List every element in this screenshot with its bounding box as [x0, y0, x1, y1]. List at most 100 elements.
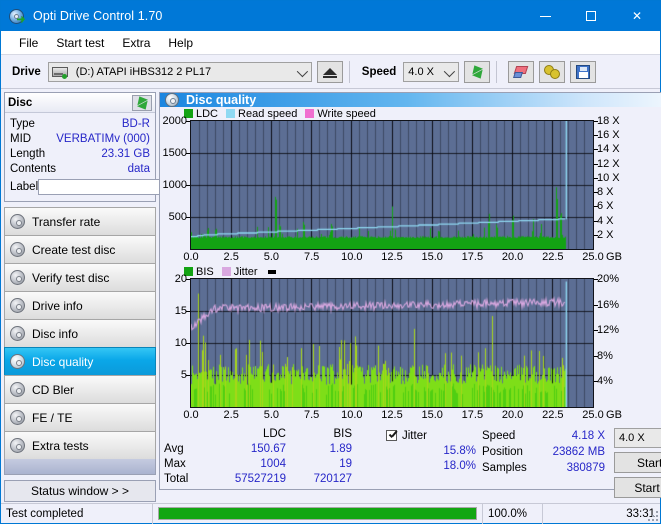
- sidebar-item-verify-test-disc[interactable]: Verify test disc: [4, 263, 156, 291]
- legend-label: Read speed: [238, 107, 298, 120]
- stats-label-avg: Avg: [164, 443, 184, 455]
- stats-col-header-spacer: [164, 428, 212, 443]
- eject-button[interactable]: [316, 60, 343, 83]
- axis-tick-label: 7.5: [303, 251, 320, 263]
- stats-label-max: Max: [164, 458, 186, 470]
- disc-row-contents: Contents data: [10, 161, 150, 176]
- ldc-total-value: 57527219: [234, 473, 286, 485]
- ldc-chart-legend: LDC Read speed Write speed: [160, 107, 661, 120]
- axis-tick-label: 16 X: [597, 129, 620, 142]
- axis-tick-label: 8 X: [597, 186, 614, 199]
- speed-label: Speed: [482, 430, 516, 442]
- sidebar-item-label: Transfer rate: [32, 214, 101, 229]
- start-part-button[interactable]: Start part: [614, 477, 661, 498]
- erase-button[interactable]: [508, 60, 535, 83]
- axis-tick-label: 5.0: [263, 409, 280, 421]
- disc-icon: [10, 410, 25, 425]
- maximize-button[interactable]: [568, 1, 614, 31]
- stats-row-avg: 150.67 1.89: [212, 443, 372, 458]
- disc-row-mid: MID VERBATIMv (000): [10, 131, 150, 146]
- drive-select[interactable]: (D:) ATAPI iHBS312 2 PL17: [47, 61, 312, 82]
- axis-tick-label: 2.5: [223, 409, 239, 421]
- stats-row-labels: Avg Max Total: [164, 428, 212, 498]
- settings-button[interactable]: [539, 60, 566, 83]
- disc-refresh-button[interactable]: [132, 93, 152, 112]
- page-title: Disc quality: [186, 93, 257, 107]
- legend-label: LDC: [196, 107, 219, 120]
- refresh-button[interactable]: [464, 60, 491, 83]
- sidebar-item-extra-tests[interactable]: Extra tests: [4, 431, 156, 459]
- ldc-chart: LDC Read speed Write speed 2000 1500 1000 5…: [160, 107, 661, 265]
- sidebar-item-transfer-rate[interactable]: Transfer rate: [4, 207, 156, 235]
- menu-start-test[interactable]: Start test: [47, 34, 113, 52]
- speed-label: Speed: [361, 65, 397, 78]
- nav-list: Transfer rate Create test disc Verify te…: [4, 207, 156, 475]
- ldc-y-axis-left: 2000 1500 1000 500: [160, 115, 190, 250]
- axis-tick-label: 20.0: [501, 409, 524, 421]
- sidebar-item-fe-te[interactable]: FE / TE: [4, 403, 156, 431]
- disc-row-type: Type BD-R: [10, 116, 150, 131]
- eject-icon: [322, 68, 337, 78]
- close-icon: ✕: [631, 9, 643, 23]
- status-window-button[interactable]: Status window > >: [4, 480, 156, 502]
- axis-tick-label: 22.5: [542, 251, 564, 263]
- legend-label: Jitter: [233, 265, 258, 278]
- sidebar-item-disc-info[interactable]: Disc info: [4, 319, 156, 347]
- toolbar-divider: [348, 60, 350, 83]
- menu-bar: File Start test Extra Help: [1, 31, 660, 55]
- disc-type-value: BD-R: [121, 117, 150, 130]
- sidebar-item-create-test-disc[interactable]: Create test disc: [4, 235, 156, 263]
- menu-help[interactable]: Help: [159, 34, 202, 52]
- axis-tick-label: 17.5: [461, 251, 484, 263]
- save-button[interactable]: [570, 60, 597, 83]
- axis-tick: [594, 279, 598, 280]
- disc-type-label: Type: [10, 117, 35, 130]
- axis-unit-label: GB: [606, 409, 622, 421]
- close-button[interactable]: ✕: [614, 1, 660, 31]
- axis-tick: [594, 149, 598, 151]
- position-label: Position: [482, 446, 523, 458]
- bis-jitter-chart: BIS Jitter 20 15 10 5 20% 16% 12% 8% 4% 0.0 2.5 5…: [160, 265, 661, 423]
- sidebar: Disc Type BD-R MID VERBATIMv (000) Lengt…: [1, 89, 239, 502]
- legend-item-jitter: Jitter: [221, 265, 258, 278]
- minimize-button[interactable]: [522, 1, 568, 31]
- sidebar-item-disc-quality[interactable]: Disc quality: [4, 347, 156, 375]
- axis-tick-label: 16%: [597, 298, 620, 311]
- test-speed-select[interactable]: 4.0 X: [614, 428, 661, 448]
- gears-icon: [544, 64, 561, 79]
- speed-select[interactable]: 4.0 X: [403, 61, 460, 82]
- sidebar-item-drive-info[interactable]: Drive info: [4, 291, 156, 319]
- chevron-down-icon: [444, 65, 456, 77]
- legend-swatch: [221, 267, 231, 276]
- axis-tick-label: 10 X: [597, 171, 620, 184]
- app-disc-icon: [9, 8, 26, 25]
- window-title: Opti Drive Control 1.70: [33, 9, 163, 23]
- progress-fill: [159, 508, 476, 519]
- disc-label-row: Label: [10, 177, 239, 197]
- sidebar-item-cd-bler[interactable]: CD Bler: [4, 375, 156, 403]
- menu-extra[interactable]: Extra: [113, 34, 159, 52]
- axis-tick-label: 14 X: [597, 143, 620, 156]
- jitter-checkbox[interactable]: [386, 430, 397, 441]
- start-full-button[interactable]: Start full: [614, 452, 661, 473]
- position-value: 23862 MB: [552, 446, 605, 458]
- legend-item-write-speed: Write speed: [305, 108, 376, 120]
- disc-quality-panel: Disc quality LDC Read speed Write speed …: [159, 92, 661, 498]
- action-buttons: 4.0 X Start full Start part: [614, 428, 661, 498]
- stats-table: LDC BIS 150.67 1.89 1004 19 57527219 720…: [212, 428, 372, 498]
- disc-icon: [10, 242, 25, 257]
- nav-footer-spacer: [4, 459, 156, 475]
- disc-quality-icon: [165, 93, 179, 107]
- disc-mid-label: MID: [10, 132, 32, 145]
- axis-tick-label: 25.0: [582, 251, 604, 263]
- menu-file[interactable]: File: [10, 34, 47, 52]
- disc-contents-label: Contents: [10, 162, 57, 175]
- speed-position-column: Speed 4.18 X Position 23862 MB Samples 3…: [482, 428, 614, 498]
- jitter-toggle[interactable]: Jitter: [372, 428, 482, 443]
- resize-grip[interactable]: [648, 511, 658, 521]
- axis-tick-label: 2 X: [597, 228, 614, 241]
- speed-row: Speed 4.18 X: [482, 428, 614, 444]
- disc-icon: [10, 270, 25, 285]
- jitter-label: Jitter: [402, 429, 427, 442]
- axis-tick: [594, 121, 598, 122]
